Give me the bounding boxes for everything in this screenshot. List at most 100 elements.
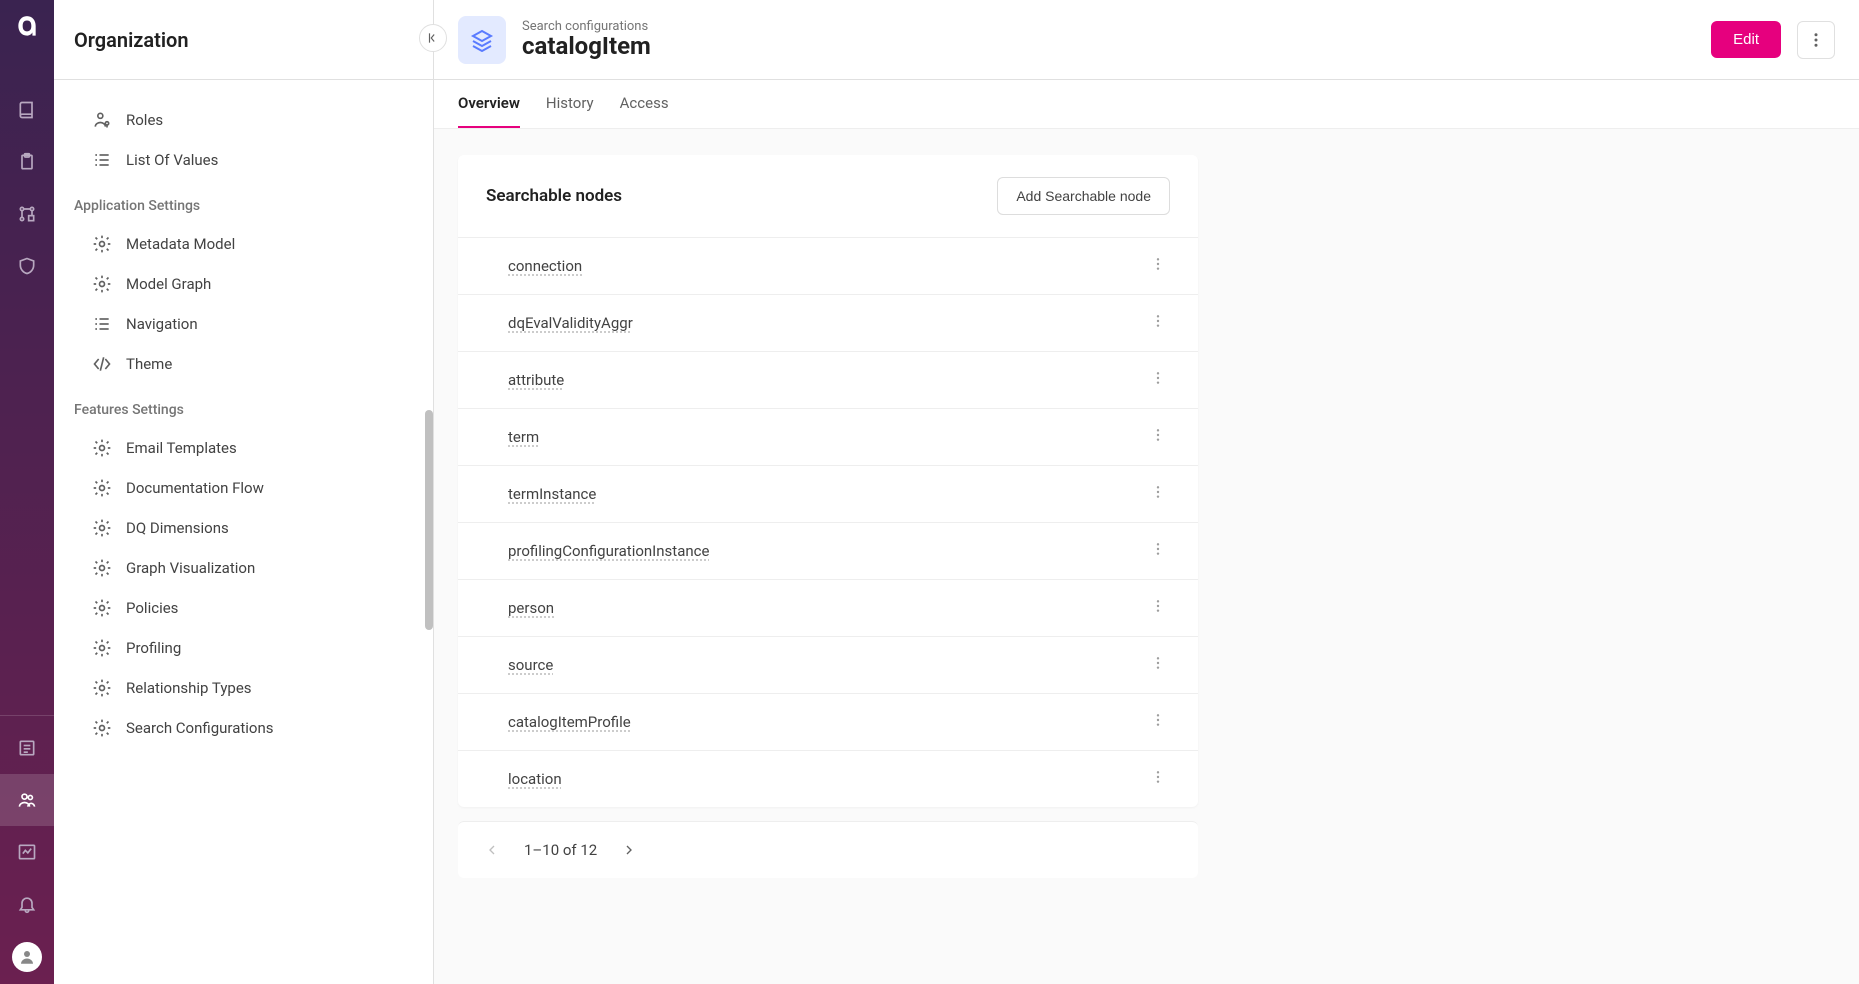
bell-icon xyxy=(17,894,37,914)
more-actions-button[interactable] xyxy=(1797,21,1835,59)
sidebar-item-documentation-flow[interactable]: Documentation Flow xyxy=(54,468,433,508)
gear-icon xyxy=(92,274,112,294)
sidebar-item-model-graph[interactable]: Model Graph xyxy=(54,264,433,304)
node-link[interactable]: source xyxy=(508,656,553,674)
activity-icon xyxy=(17,842,37,862)
gear-icon xyxy=(92,638,112,658)
node-link[interactable]: term xyxy=(508,428,539,446)
sidebar-item-lov[interactable]: List Of Values xyxy=(54,140,433,180)
main: Search configurations catalogItem Edit O… xyxy=(434,0,1859,984)
rail-catalog[interactable] xyxy=(0,84,54,136)
row-menu-button[interactable] xyxy=(1146,366,1170,394)
sidebar-item-label: Profiling xyxy=(126,639,181,657)
row-menu-button[interactable] xyxy=(1146,537,1170,565)
sidebar-item-dq-dimensions[interactable]: DQ Dimensions xyxy=(54,508,433,548)
more-vertical-icon xyxy=(1150,769,1166,785)
shield-icon xyxy=(17,256,37,276)
edit-button[interactable]: Edit xyxy=(1711,21,1781,58)
more-vertical-icon xyxy=(1150,313,1166,329)
rail-workflow[interactable] xyxy=(0,188,54,240)
rail-notifications[interactable] xyxy=(0,878,54,930)
node-link[interactable]: termInstance xyxy=(508,485,596,503)
rail-shield[interactable] xyxy=(0,240,54,292)
row-menu-button[interactable] xyxy=(1146,252,1170,280)
list-icon xyxy=(17,738,37,758)
gear-icon xyxy=(92,518,112,538)
chevron-left-bar-icon xyxy=(426,31,440,45)
gear-icon xyxy=(92,478,112,498)
chevron-right-icon xyxy=(621,842,637,858)
node-link[interactable]: location xyxy=(508,770,562,788)
gear-icon xyxy=(92,438,112,458)
sidebar-item-policies[interactable]: Policies xyxy=(54,588,433,628)
tab-overview[interactable]: Overview xyxy=(458,80,520,128)
sidebar-item-label: Roles xyxy=(126,111,163,129)
sidebar-item-navigation[interactable]: Navigation xyxy=(54,304,433,344)
row-menu-button[interactable] xyxy=(1146,594,1170,622)
node-link[interactable]: attribute xyxy=(508,371,564,389)
roles-icon xyxy=(92,110,112,130)
tab-access[interactable]: Access xyxy=(620,80,669,128)
sidebar-item-profiling[interactable]: Profiling xyxy=(54,628,433,668)
list-icon xyxy=(92,150,112,170)
main-header: Search configurations catalogItem Edit xyxy=(434,0,1859,80)
node-link[interactable]: dqEvalValidityAggr xyxy=(508,314,633,332)
pager-prev-button[interactable] xyxy=(478,836,506,864)
app-logo[interactable] xyxy=(0,0,54,54)
node-link[interactable]: person xyxy=(508,599,554,617)
sidebar-item-label: Graph Visualization xyxy=(126,559,255,577)
pagination: 1–10 of 12 xyxy=(458,821,1198,878)
pager-label: 1–10 of 12 xyxy=(524,841,597,859)
more-vertical-icon xyxy=(1807,31,1825,49)
entity-icon xyxy=(458,16,506,64)
sidebar-item-label: Relationship Types xyxy=(126,679,252,697)
sidebar-item-search-configurations[interactable]: Search Configurations xyxy=(54,708,433,748)
node-link[interactable]: profilingConfigurationInstance xyxy=(508,542,709,560)
sidebar-section-features-settings: Features Settings xyxy=(54,384,433,428)
rail-monitor[interactable] xyxy=(0,826,54,878)
table-row: attribute xyxy=(458,351,1198,408)
sidebar-item-label: Theme xyxy=(126,355,172,373)
sidebar-item-label: Search Configurations xyxy=(126,719,274,737)
sidebar-item-label: Model Graph xyxy=(126,275,211,293)
user-avatar[interactable] xyxy=(12,942,42,972)
table-row: termInstance xyxy=(458,465,1198,522)
node-link[interactable]: catalogItemProfile xyxy=(508,713,631,731)
row-menu-button[interactable] xyxy=(1146,480,1170,508)
layers-icon xyxy=(470,28,494,52)
row-menu-button[interactable] xyxy=(1146,651,1170,679)
sidebar-item-email-templates[interactable]: Email Templates xyxy=(54,428,433,468)
sidebar-item-metadata-model[interactable]: Metadata Model xyxy=(54,224,433,264)
rail-users[interactable] xyxy=(0,774,54,826)
list-icon xyxy=(92,314,112,334)
more-vertical-icon xyxy=(1150,427,1166,443)
sidebar-item-label: Policies xyxy=(126,599,178,617)
row-menu-button[interactable] xyxy=(1146,309,1170,337)
sidebar-item-graph-visualization[interactable]: Graph Visualization xyxy=(54,548,433,588)
more-vertical-icon xyxy=(1150,541,1166,557)
sidebar-section-app-settings: Application Settings xyxy=(54,180,433,224)
sidebar-item-theme[interactable]: Theme xyxy=(54,344,433,384)
pager-next-button[interactable] xyxy=(615,836,643,864)
sidebar-item-label: Metadata Model xyxy=(126,235,235,253)
add-searchable-node-button[interactable]: Add Searchable node xyxy=(997,177,1170,215)
more-vertical-icon xyxy=(1150,598,1166,614)
collapse-sidebar-button[interactable] xyxy=(419,24,447,52)
code-icon xyxy=(92,354,112,374)
sidebar-body: Roles List Of Values Application Setting… xyxy=(54,80,433,984)
sidebar: Organization Roles List Of Values Applic… xyxy=(54,0,434,984)
row-menu-button[interactable] xyxy=(1146,708,1170,736)
sidebar-item-label: DQ Dimensions xyxy=(126,519,229,537)
sidebar-item-roles[interactable]: Roles xyxy=(54,100,433,140)
nav-rail xyxy=(0,0,54,984)
sidebar-scrollbar[interactable] xyxy=(425,410,433,630)
sidebar-item-relationship-types[interactable]: Relationship Types xyxy=(54,668,433,708)
rail-list[interactable] xyxy=(0,722,54,774)
table-row: source xyxy=(458,636,1198,693)
row-menu-button[interactable] xyxy=(1146,765,1170,793)
row-menu-button[interactable] xyxy=(1146,423,1170,451)
rail-clipboard[interactable] xyxy=(0,136,54,188)
page-title: catalogItem xyxy=(522,32,651,60)
tab-history[interactable]: History xyxy=(546,80,594,128)
node-link[interactable]: connection xyxy=(508,257,582,275)
